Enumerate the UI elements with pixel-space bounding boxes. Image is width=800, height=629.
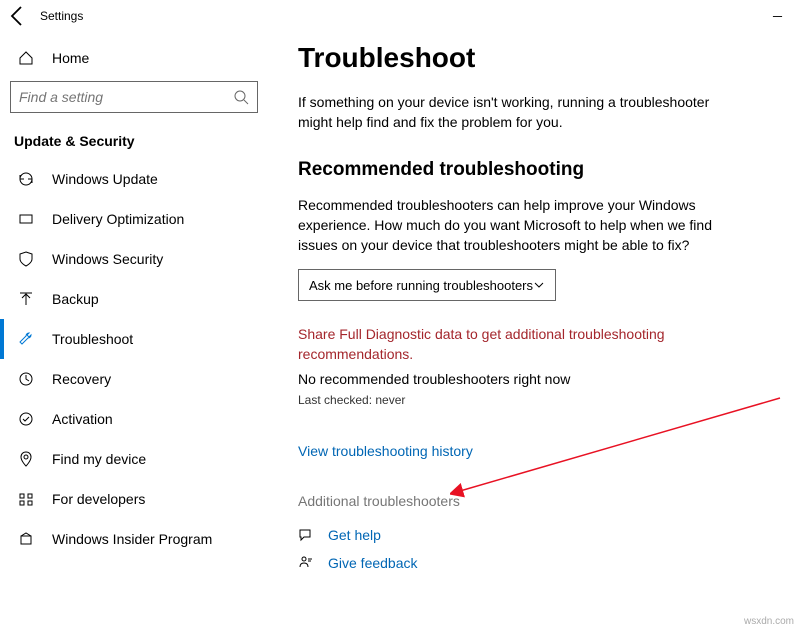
backup-icon — [18, 291, 34, 307]
wrench-icon — [18, 331, 34, 347]
location-icon — [18, 451, 34, 467]
give-feedback-link[interactable]: Give feedback — [298, 555, 770, 571]
sidebar-item-activation[interactable]: Activation — [10, 399, 258, 439]
sidebar-item-backup[interactable]: Backup — [10, 279, 258, 319]
recovery-icon — [18, 371, 34, 387]
troubleshoot-preference-dropdown[interactable]: Ask me before running troubleshooters — [298, 269, 556, 301]
last-checked-text: Last checked: never — [298, 393, 770, 407]
feedback-icon — [298, 555, 314, 571]
sidebar-item-for-developers[interactable]: For developers — [10, 479, 258, 519]
sidebar: Home Update & Security Windows Update De… — [0, 32, 268, 629]
search-field[interactable] — [19, 89, 233, 105]
get-help-link[interactable]: Get help — [298, 527, 770, 543]
nav-label: Windows Security — [52, 251, 163, 267]
give-feedback-label: Give feedback — [328, 555, 418, 571]
search-icon — [233, 89, 249, 105]
minimize-button[interactable] — [754, 0, 800, 32]
sidebar-item-recovery[interactable]: Recovery — [10, 359, 258, 399]
nav-label: Windows Insider Program — [52, 531, 212, 547]
minimize-icon — [772, 11, 783, 22]
no-recommended-text: No recommended troubleshooters right now — [298, 371, 770, 387]
sync-icon — [18, 171, 34, 187]
intro-text: If something on your device isn't workin… — [298, 92, 728, 133]
sidebar-item-insider-program[interactable]: Windows Insider Program — [10, 519, 258, 559]
attribution: wsxdn.com — [744, 616, 794, 627]
page-title: Troubleshoot — [298, 42, 770, 74]
diagnostic-warning: Share Full Diagnostic data to get additi… — [298, 325, 728, 364]
arrow-left-icon — [6, 4, 30, 28]
developers-icon — [18, 491, 34, 507]
window-title: Settings — [40, 9, 83, 23]
additional-troubleshooters-link[interactable]: Additional troubleshooters — [298, 493, 770, 509]
recommended-heading: Recommended troubleshooting — [298, 159, 770, 181]
check-circle-icon — [18, 411, 34, 427]
dropdown-value: Ask me before running troubleshooters — [309, 278, 533, 293]
search-input[interactable] — [10, 81, 258, 113]
delivery-icon — [18, 211, 34, 227]
nav-label: Backup — [52, 291, 99, 307]
section-title: Update & Security — [14, 133, 258, 149]
recommended-description: Recommended troubleshooters can help imp… — [298, 195, 728, 256]
chevron-down-icon — [533, 279, 545, 291]
nav-label: Windows Update — [52, 171, 158, 187]
sidebar-item-delivery-optimization[interactable]: Delivery Optimization — [10, 199, 258, 239]
sidebar-item-windows-update[interactable]: Windows Update — [10, 159, 258, 199]
sidebar-item-find-my-device[interactable]: Find my device — [10, 439, 258, 479]
sidebar-item-troubleshoot[interactable]: Troubleshoot — [10, 319, 258, 359]
titlebar: Settings — [0, 0, 800, 32]
nav-label: Activation — [52, 411, 113, 427]
back-button[interactable] — [6, 4, 30, 28]
nav-label: Troubleshoot — [52, 331, 133, 347]
nav-label: Recovery — [52, 371, 111, 387]
get-help-label: Get help — [328, 527, 381, 543]
package-icon — [18, 531, 34, 547]
home-nav[interactable]: Home — [10, 41, 258, 75]
main-content: Troubleshoot If something on your device… — [268, 32, 800, 629]
nav-label: For developers — [52, 491, 145, 507]
home-label: Home — [52, 50, 89, 66]
chat-icon — [298, 527, 314, 543]
sidebar-item-windows-security[interactable]: Windows Security — [10, 239, 258, 279]
nav-list: Windows Update Delivery Optimization Win… — [10, 159, 258, 559]
nav-label: Find my device — [52, 451, 146, 467]
home-icon — [18, 50, 34, 66]
history-link[interactable]: View troubleshooting history — [298, 443, 473, 459]
nav-label: Delivery Optimization — [52, 211, 184, 227]
shield-icon — [18, 251, 34, 267]
